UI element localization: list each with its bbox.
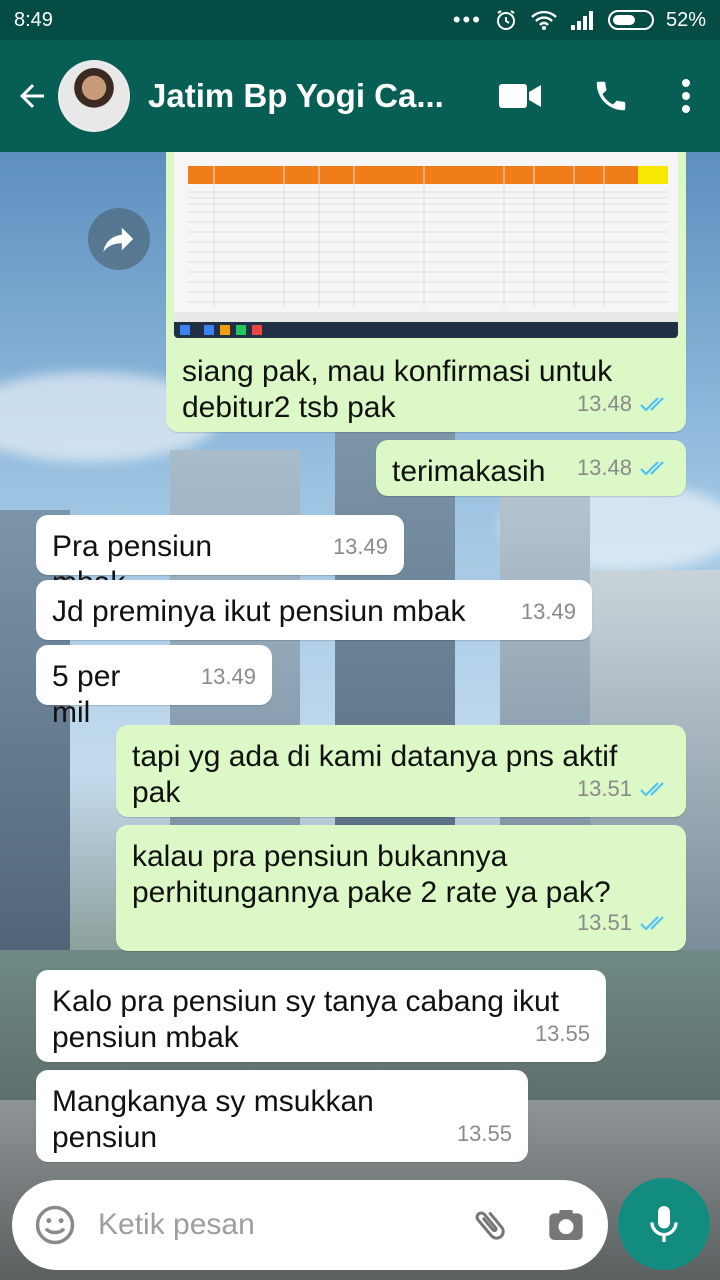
back-button[interactable] — [0, 40, 64, 152]
notification-dots-icon: ••• — [452, 7, 482, 32]
alarm-icon — [496, 10, 515, 30]
camera-icon[interactable] — [546, 1205, 586, 1245]
video-call-icon[interactable] — [498, 81, 542, 111]
message-time: 13.49 — [200, 664, 256, 689]
incoming-message[interactable]: 5 per mil 13.49 — [36, 645, 272, 729]
message-input[interactable]: Ketik pesan — [98, 1208, 255, 1242]
spreadsheet-thumbnail — [174, 152, 678, 338]
arrow-left-icon — [20, 84, 44, 108]
message-text: Mangkanya sy msukkan pensiun — [52, 1085, 374, 1154]
outgoing-message[interactable]: terimakasih 13.48 — [376, 440, 686, 496]
message-meta: 13.49 — [333, 529, 388, 565]
message-time: 13.48 — [576, 455, 632, 480]
message-meta: 13.51 — [577, 905, 670, 941]
message-meta: 13.49 — [521, 594, 576, 630]
message-text: kalau pra pensiun bukannya perhitunganny… — [132, 840, 611, 909]
message-meta: 13.48 — [577, 386, 670, 422]
microphone-icon — [650, 1206, 678, 1242]
message-time: 13.49 — [520, 599, 576, 624]
incoming-message[interactable]: Pra pensiun mbak13.49 — [36, 515, 404, 599]
message-meta: 13.48 — [577, 450, 670, 486]
message-composer[interactable]: Ketik pesan — [12, 1180, 608, 1270]
signal-icon — [570, 11, 593, 30]
read-receipt-icon — [640, 461, 664, 476]
message-text: Jd preminya ikut pensiun mbak — [52, 595, 466, 628]
contact-name[interactable]: Jatim Bp Yogi Ca... — [148, 77, 448, 115]
read-receipt-icon — [640, 916, 664, 931]
message-time: 13.55 — [534, 1021, 590, 1046]
message-meta: 13.55 — [535, 1016, 590, 1052]
read-receipt-icon — [640, 782, 664, 797]
message-time: 13.55 — [456, 1121, 512, 1146]
outgoing-message[interactable]: kalau pra pensiun bukannya perhitunganny… — [116, 825, 686, 951]
outgoing-message[interactable]: siang pak, mau konfirmasi untuk debitur2… — [166, 340, 686, 432]
status-bar: 8:49 ••• 52% — [0, 0, 720, 40]
chat-header: Jatim Bp Yogi Ca... — [0, 40, 720, 152]
message-meta: 13.49 — [201, 659, 256, 695]
message-meta: 13.51 — [577, 771, 670, 807]
outgoing-message[interactable]: tapi yg ada di kami datanya pns aktif pa… — [116, 725, 686, 817]
message-meta: 13.55 — [457, 1116, 512, 1152]
incoming-message[interactable]: Kalo pra pensiun sy tanya cabang ikut pe… — [36, 970, 606, 1062]
more-vert-icon[interactable] — [680, 78, 692, 114]
contact-avatar[interactable] — [58, 60, 130, 132]
wifi-icon — [531, 10, 557, 30]
phone-icon[interactable] — [592, 77, 630, 115]
message-time: 13.49 — [332, 534, 388, 559]
status-time: 8:49 — [14, 8, 53, 31]
battery-level: 52% — [665, 8, 706, 31]
forward-icon — [103, 227, 134, 252]
emoji-icon[interactable] — [34, 1204, 76, 1246]
read-receipt-icon — [640, 397, 664, 412]
message-time: 13.51 — [576, 776, 632, 801]
voice-record-button[interactable] — [618, 1178, 710, 1270]
forward-button[interactable] — [88, 208, 150, 270]
incoming-message[interactable]: Jd preminya ikut pensiun mbak 13.49 — [36, 580, 592, 640]
paperclip-icon[interactable] — [470, 1205, 510, 1245]
message-text: Kalo pra pensiun sy tanya cabang ikut pe… — [52, 985, 559, 1054]
message-time: 13.51 — [576, 910, 632, 935]
message-time: 13.48 — [576, 391, 632, 416]
attached-spreadsheet-image[interactable] — [174, 152, 678, 338]
battery-icon — [607, 10, 654, 30]
incoming-message[interactable]: Mangkanya sy msukkan pensiun 13.55 — [36, 1070, 528, 1162]
